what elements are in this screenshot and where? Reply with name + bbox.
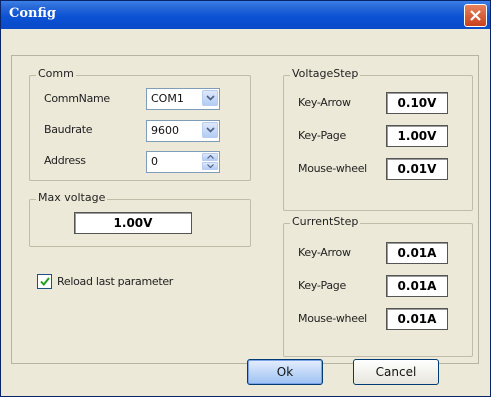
current-key-arrow-label: Key-Arrow — [298, 246, 351, 259]
comm-legend: Comm — [36, 67, 76, 80]
chevron-down-icon[interactable] — [202, 90, 218, 106]
ok-button[interactable]: Ok — [247, 359, 323, 385]
voltage-step-legend: VoltageStep — [290, 67, 361, 80]
reload-checkbox[interactable] — [37, 274, 52, 289]
address-spinbox[interactable]: 0 — [146, 151, 220, 173]
config-dialog: Config Comm CommName COM1 Baudrate 9600 — [0, 0, 491, 397]
spin-down-icon[interactable] — [202, 162, 218, 170]
current-key-page-input[interactable]: 0.01A — [386, 275, 448, 297]
close-button[interactable] — [464, 4, 487, 27]
baudrate-value: 9600 — [151, 124, 179, 137]
voltage-key-arrow-label: Key-Arrow — [298, 96, 351, 109]
chevron-down-icon[interactable] — [202, 122, 218, 138]
current-step-group: CurrentStep Key-Arrow 0.01A Key-Page 0.0… — [283, 215, 473, 357]
cancel-button[interactable]: Cancel — [353, 359, 439, 385]
comm-name-value: COM1 — [151, 92, 184, 105]
baudrate-label: Baudrate — [44, 123, 93, 136]
close-icon — [470, 10, 481, 21]
address-value: 0 — [151, 155, 158, 168]
max-voltage-legend: Max voltage — [36, 191, 108, 204]
max-voltage-group: Max voltage 1.00V — [29, 191, 251, 247]
voltage-step-group: VoltageStep Key-Arrow 0.10V Key-Page 1.0… — [283, 67, 473, 211]
baudrate-select[interactable]: 9600 — [146, 120, 220, 142]
comm-name-select[interactable]: COM1 — [146, 88, 220, 110]
spin-up-icon[interactable] — [202, 153, 218, 161]
current-key-page-label: Key-Page — [298, 279, 346, 292]
current-mouse-wheel-label: Mouse-wheel — [298, 312, 367, 325]
current-mouse-wheel-input[interactable]: 0.01A — [386, 308, 448, 330]
comm-name-label: CommName — [44, 92, 110, 105]
voltage-mouse-wheel-label: Mouse-wheel — [298, 162, 367, 175]
voltage-mouse-wheel-input[interactable]: 0.01V — [386, 158, 448, 180]
voltage-key-arrow-input[interactable]: 0.10V — [386, 92, 448, 114]
voltage-key-page-input[interactable]: 1.00V — [386, 125, 448, 147]
max-voltage-input[interactable]: 1.00V — [74, 212, 192, 234]
dialog-client-area: Comm CommName COM1 Baudrate 9600 Address… — [5, 33, 484, 391]
comm-group: Comm CommName COM1 Baudrate 9600 Address… — [29, 67, 251, 181]
current-key-arrow-input[interactable]: 0.01A — [386, 242, 448, 264]
reload-label[interactable]: Reload last parameter — [57, 275, 173, 288]
window-title: Config — [9, 6, 57, 21]
title-bar[interactable]: Config — [1, 1, 490, 29]
voltage-key-page-label: Key-Page — [298, 129, 346, 142]
address-label: Address — [44, 154, 86, 167]
current-step-legend: CurrentStep — [290, 215, 361, 228]
checkmark-icon — [39, 277, 50, 286]
